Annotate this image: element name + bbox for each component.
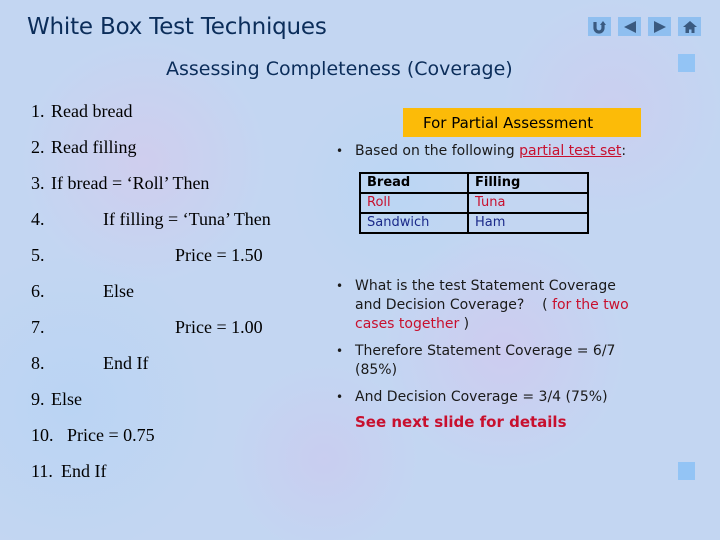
decorative-square-bottom [678,462,695,480]
home-icon [682,20,697,33]
slide-title: White Box Test Techniques [27,14,327,40]
bullet-icon: • [336,144,344,158]
line-number: 10. [31,425,54,445]
bullet-text: What is the test Statement Coverage and … [355,277,629,334]
cell-bread: Sandwich [359,212,469,234]
question-highlight-2: cases together [355,316,460,332]
question-close: ) [459,316,470,332]
bullet-decision-coverage: • And Decision Coverage = 3/4 (75%) [336,388,608,407]
table-row: Sandwich Ham [359,212,589,234]
bullet-statement-coverage: • Therefore Statement Coverage = 6/7 (85… [336,342,615,380]
bullet-partial-test-set: • Based on the following partial test se… [336,142,626,161]
line-text: Price = 1.50 [175,245,263,265]
cell-filling: Tuna [467,192,589,214]
line-text: Price = 0.75 [67,425,155,445]
line-number: 7. [31,317,45,337]
slide-subtitle: Assessing Completeness (Coverage) [166,58,513,80]
previous-button[interactable] [618,17,641,36]
partial-test-set-link[interactable]: partial test set [519,143,621,159]
decorative-square-top [678,54,695,72]
question-line-1: What is the test Statement Coverage [355,278,616,294]
previous-icon [623,20,636,33]
bullet-coverage-question: • What is the test Statement Coverage an… [336,277,629,334]
see-next-slide-link[interactable]: See next slide for details [355,413,567,431]
column-header-filling: Filling [467,172,589,194]
column-header-bread: Bread [359,172,469,194]
line-text: If filling = ‘Tuna’ Then [103,209,271,229]
line-number: 5. [31,245,45,265]
return-icon [592,20,606,34]
line-text: Read bread [51,101,133,121]
line-text: Read filling [51,137,137,157]
line-text: If bread = ‘Roll’ Then [51,173,210,193]
partial-assessment-banner: For Partial Assessment [403,108,641,137]
line-number: 8. [31,353,45,373]
line-text: Else [103,281,134,301]
next-icon [653,20,666,33]
cell-filling: Ham [467,212,589,234]
bullet-suffix: : [621,143,627,159]
line-number: 3. [31,173,45,193]
line-number: 2. [31,137,45,157]
line-number: 9. [31,389,45,409]
line-text: Else [51,389,82,409]
line-number: 4. [31,209,45,229]
line-text: End If [103,353,149,373]
line-text: End If [61,461,107,481]
bullet-prefix: Based on the following [355,143,520,159]
line-text: Price = 1.00 [175,317,263,337]
bullet-icon: • [336,390,344,404]
table-header-row: Bread Filling [359,172,589,194]
line-number: 11. [31,461,53,481]
statement-coverage-line-2: (85%) [355,362,398,378]
table-row: Roll Tuna [359,192,589,214]
bullet-icon: • [336,344,344,358]
cell-bread: Roll [359,192,469,214]
question-line-2: and Decision Coverage? ( [355,297,553,313]
question-highlight-1: for the two [552,297,629,313]
bullet-icon: • [336,279,344,293]
line-number: 1. [31,101,45,121]
bullet-text: Based on the following partial test set: [355,142,626,161]
statement-coverage-line-1: Therefore Statement Coverage = 6/7 [355,343,616,359]
line-number: 6. [31,281,45,301]
home-button[interactable] [678,17,701,36]
test-set-table: Bread Filling Roll Tuna Sandwich Ham [359,172,589,234]
slide-navigation [588,17,701,36]
next-button[interactable] [648,17,671,36]
bullet-text: Therefore Statement Coverage = 6/7 (85%) [355,342,615,380]
decision-coverage-text: And Decision Coverage = 3/4 (75%) [355,389,608,405]
return-button[interactable] [588,17,611,36]
